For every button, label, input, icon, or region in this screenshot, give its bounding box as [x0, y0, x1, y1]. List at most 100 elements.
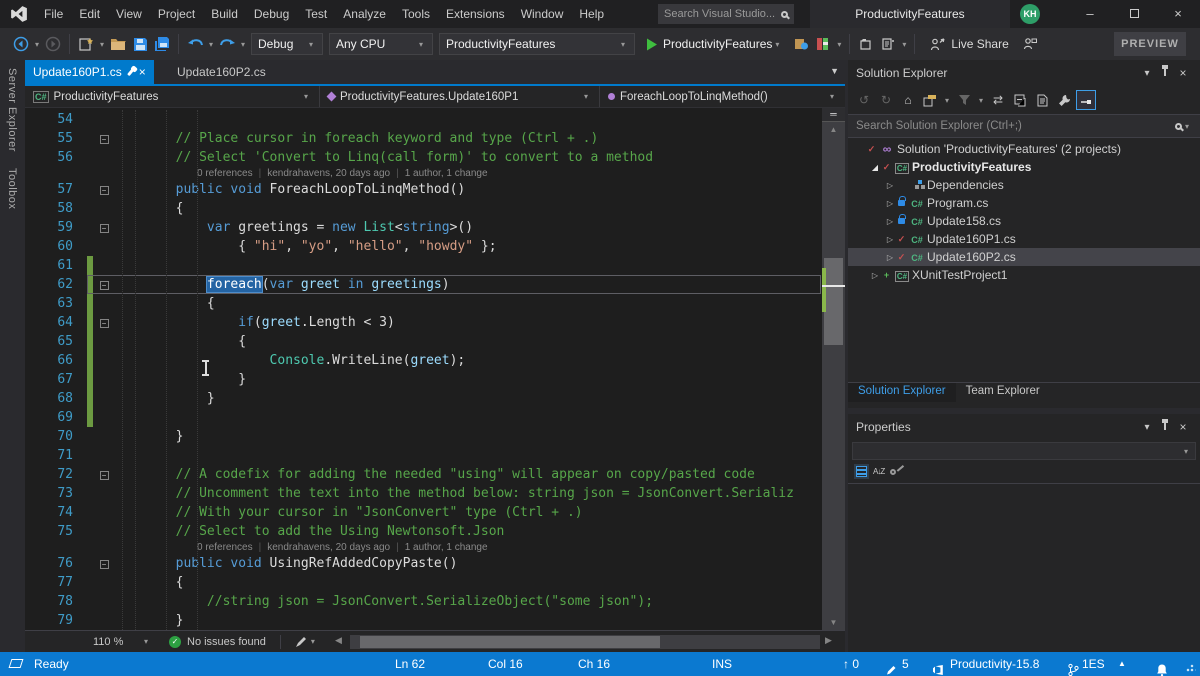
notifications-bell-icon[interactable] [1156, 658, 1168, 676]
line-number-77[interactable]: 77 [25, 573, 87, 592]
new-project-button[interactable] [76, 33, 96, 55]
code-text-58[interactable]: { [113, 199, 183, 218]
redo-button[interactable] [217, 33, 237, 55]
azure-devops-icon[interactable] [932, 658, 944, 676]
scroll-left-arrow[interactable]: ◀ [335, 635, 342, 646]
scroll-up-arrow[interactable]: ▲ [822, 123, 845, 137]
fold-collapse-box[interactable]: − [100, 186, 109, 195]
editor-vertical-scrollbar[interactable]: ═ ▲ ▼ [822, 108, 845, 630]
line-number-78[interactable]: 78 [25, 592, 87, 611]
line-number-71[interactable]: 71 [25, 446, 87, 465]
code-text-68[interactable]: } [113, 389, 215, 408]
code-text-65[interactable]: { [113, 332, 246, 351]
code-text-64[interactable]: if(greet.Length < 3) [113, 313, 395, 332]
tab-update160p2[interactable]: Update160P2.cs [163, 60, 280, 84]
chevron-down-icon[interactable]: ▾ [1138, 68, 1156, 79]
breadcrumb-project-dropdown[interactable]: C# ProductivityFeatures ▾ [25, 86, 320, 107]
attach-debugger-icon[interactable] [791, 33, 811, 55]
document-list-dropdown[interactable]: ▼ [830, 66, 839, 76]
breadcrumb-type-dropdown[interactable]: ProductivityFeatures.Update160P1 ▾ [320, 86, 600, 107]
menu-analyze[interactable]: Analyze [335, 7, 394, 21]
line-number-66[interactable]: 66 [25, 351, 87, 370]
undo-button[interactable] [185, 33, 205, 55]
line-number-74[interactable]: 74 [25, 503, 87, 522]
line-number-64[interactable]: 64 [25, 313, 87, 332]
undo-dropdown[interactable]: ▾ [206, 40, 216, 49]
code-cleanup-dropdown[interactable]: ▾ [308, 637, 318, 646]
expander-collapsed-icon[interactable]: ▷ [884, 253, 896, 262]
line-number-55[interactable]: 55 [25, 129, 87, 148]
menu-tools[interactable]: Tools [394, 7, 438, 21]
tree-item-update160p2-cs[interactable]: ▷✓C#Update160P2.cs [848, 248, 1200, 266]
code-text-70[interactable]: } [113, 427, 183, 446]
codelens-info[interactable]: 0 references|kendrahavens, 20 days ago|1… [25, 541, 822, 554]
fold-collapse-box[interactable]: − [100, 319, 109, 328]
properties-wrench-icon[interactable] [1054, 90, 1074, 110]
line-number-57[interactable]: 57 [25, 180, 87, 199]
tree-item-update160p1-cs[interactable]: ▷✓C#Update160P1.cs [848, 230, 1200, 248]
solution-platform-dropdown[interactable]: Any CPU▾ [329, 33, 433, 55]
line-number-61[interactable]: 61 [25, 256, 87, 275]
code-text-77[interactable]: { [113, 573, 183, 592]
fold-collapse-box[interactable]: − [100, 224, 109, 233]
preview-badge[interactable]: PREVIEW [1114, 32, 1186, 56]
menu-project[interactable]: Project [150, 7, 203, 21]
code-text-60[interactable]: { "hi", "yo", "hello", "howdy" }; [113, 237, 497, 256]
scroll-down-arrow[interactable]: ▼ [822, 616, 845, 630]
code-text-56[interactable]: // Select 'Convert to Linq(call form)' t… [113, 148, 653, 167]
menu-build[interactable]: Build [203, 7, 246, 21]
code-text-62[interactable]: foreach(var greet in greetings) [113, 275, 450, 294]
code-text-79[interactable]: } [113, 611, 183, 630]
scroll-right-arrow[interactable]: ▶ [825, 635, 832, 646]
resize-grip[interactable] [1186, 662, 1196, 672]
line-number-65[interactable]: 65 [25, 332, 87, 351]
close-tab-icon[interactable]: × [139, 65, 146, 79]
navigate-back-button[interactable] [11, 33, 31, 55]
line-number-58[interactable]: 58 [25, 199, 87, 218]
line-number-79[interactable]: 79 [25, 611, 87, 630]
line-number-72[interactable]: 72 [25, 465, 87, 484]
pending-edits-icon[interactable] [886, 658, 897, 676]
menu-debug[interactable]: Debug [246, 7, 297, 21]
line-number-59[interactable]: 59 [25, 218, 87, 237]
code-text-63[interactable]: { [113, 294, 215, 313]
code-text-76[interactable]: public void UsingRefAddedCopyPaste() [113, 554, 457, 573]
menu-extensions[interactable]: Extensions [438, 7, 513, 21]
menu-view[interactable]: View [108, 7, 150, 21]
properties-object-dropdown[interactable]: ▾ [852, 442, 1196, 460]
line-number-69[interactable]: 69 [25, 408, 87, 427]
redo-dropdown[interactable]: ▾ [238, 40, 248, 49]
line-number-60[interactable]: 60 [25, 237, 87, 256]
profiler-icon[interactable] [813, 33, 833, 55]
menu-window[interactable]: Window [513, 7, 572, 21]
menu-test[interactable]: Test [297, 7, 335, 21]
solution-configuration-dropdown[interactable]: Debug▾ [251, 33, 323, 55]
new-project-dropdown[interactable]: ▾ [97, 40, 107, 49]
home-icon[interactable]: ⌂ [898, 90, 918, 110]
chevron-down-icon[interactable]: ▾ [1138, 422, 1156, 433]
hscrollbar-thumb[interactable] [360, 636, 660, 648]
code-text-55[interactable]: // Place cursor in foreach keyword and t… [113, 129, 598, 148]
minimize-button[interactable]: – [1068, 0, 1112, 28]
code-text-78[interactable]: //string json = JsonConvert.SerializeObj… [113, 592, 653, 611]
tree-item-solution-productivityfeatures-2-projects[interactable]: ✓∞Solution 'ProductivityFeatures' (2 pro… [848, 140, 1200, 158]
repository-button[interactable]: Productivity-15.8 [950, 652, 1039, 676]
fold-collapse-box[interactable]: − [100, 471, 109, 480]
line-number-73[interactable]: 73 [25, 484, 87, 503]
preview-selected-items-toggle[interactable] [1076, 90, 1096, 110]
startup-project-dropdown[interactable]: ProductivityFeatures▾ [439, 33, 635, 55]
line-number-63[interactable]: 63 [25, 294, 87, 313]
expander-collapsed-icon[interactable]: ▷ [869, 271, 881, 280]
code-text-74[interactable]: // With your cursor in "JsonConvert" typ… [113, 503, 583, 522]
solution-explorer-bottom-tab[interactable]: Solution Explorer [848, 383, 956, 402]
maximize-button[interactable] [1112, 0, 1156, 28]
pin-icon[interactable] [127, 68, 134, 75]
tree-item-program-cs[interactable]: ▷C#Program.cs [848, 194, 1200, 212]
navigate-to-icon[interactable] [878, 33, 898, 55]
pin-icon[interactable] [1156, 68, 1174, 79]
menu-help[interactable]: Help [571, 7, 612, 21]
code-text-67[interactable]: } [113, 370, 246, 389]
start-debugging-button[interactable]: ProductivityFeatures ▾ [646, 37, 782, 51]
fold-collapse-box[interactable]: − [100, 281, 109, 290]
menu-edit[interactable]: Edit [71, 7, 108, 21]
